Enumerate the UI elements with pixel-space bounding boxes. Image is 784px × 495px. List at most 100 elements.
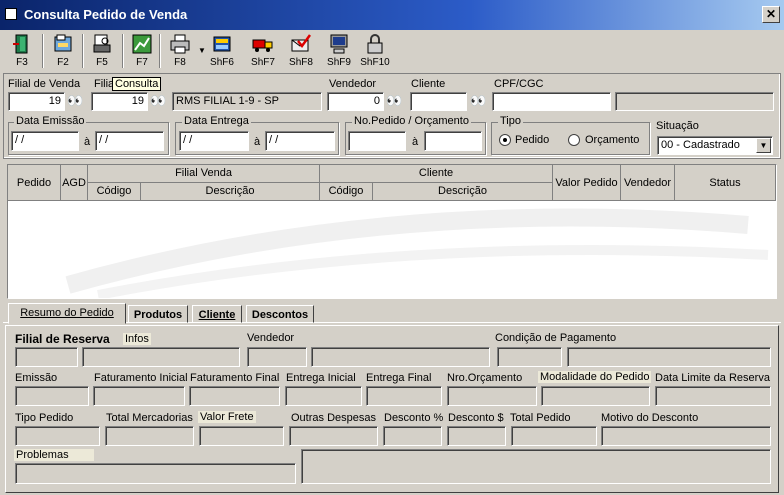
shf8-button[interactable]: ShF8 [284,31,318,71]
vendedor-label: Vendedor [247,332,295,344]
vendedor-input[interactable]: 0 [327,92,384,111]
binoculars-icon[interactable]: 👀 [150,93,166,109]
col-cliente: Cliente [320,165,553,183]
col-vendedor[interactable]: Vendedor [621,165,675,201]
radio-orcamento[interactable] [568,134,580,146]
consulta-tooltip: Consulta [112,77,162,91]
filial-venda-input[interactable]: 19 [8,92,65,111]
nopedido-label: No.Pedido / Orçamento [352,115,471,127]
f2-button[interactable]: F2 [46,31,80,71]
col-valor-pedido[interactable]: Valor Pedido [553,165,621,201]
nopedido-from[interactable] [348,131,406,151]
filial-reserva-label: Filial de Reserva [15,332,110,346]
col-status[interactable]: Status [675,165,776,201]
col-filial-codigo[interactable]: Código [88,183,141,201]
binoculars-icon[interactable]: 👀 [386,93,402,109]
col-filial-descricao[interactable]: Descrição [141,183,320,201]
tab-cliente[interactable]: Cliente [192,305,242,323]
toolbar-separator [82,34,84,68]
ent-inicial-label: Entrega Inicial [286,372,356,384]
outras-label: Outras Despesas [291,412,376,424]
f3-exit-button[interactable]: F3 [5,31,39,71]
f8-button[interactable]: F8 [163,31,197,71]
situacao-label: Situação [656,120,699,132]
data-emissao-from[interactable]: / / [11,131,79,151]
cliente-label: Cliente [411,78,446,90]
folder-icon [52,33,74,55]
tab-descontos[interactable]: Descontos [246,305,314,323]
lock-icon [364,33,386,55]
desc-val-field [447,426,506,446]
ent-inicial-field [285,386,362,406]
cpf-label: CPF/CGC [494,78,544,90]
tab-resumo[interactable]: Resumo do Pedido [8,303,126,324]
binoculars-icon[interactable]: 👀 [470,93,486,109]
total-pedido-label: Total Pedido [510,412,571,424]
shf9-button[interactable]: ShF9 [322,31,356,71]
col-filial-venda: Filial Venda [88,165,320,183]
fat-final-label: Faturamento Final [190,372,280,384]
condicao-field [497,347,562,367]
dropdown-arrow-icon[interactable]: ▼ [198,46,206,55]
condicao-label: Condição de Pagamento [495,332,617,344]
toolbar-label: F7 [136,57,148,68]
fat-inicial-label: Faturamento Inicial [94,372,188,384]
outras-field [289,426,378,446]
shf7-button[interactable]: ShF7 [246,31,280,71]
tipo-orcamento-label[interactable]: Orçamento [585,134,639,146]
printer-icon [169,33,191,55]
toolbar-label: ShF6 [210,57,234,68]
desc-val-label: Desconto $ [448,412,504,424]
toolbar-label: ShF10 [360,57,390,68]
infos-label: Infos [123,333,151,345]
desc-pct-field [383,426,442,446]
cliente-input[interactable] [410,92,467,111]
col-agd[interactable]: AGD [61,165,88,201]
shf10-button[interactable]: ShF10 [358,31,392,71]
shf6-button[interactable]: ShF6 [205,31,239,71]
tab-produtos[interactable]: Produtos [128,305,188,323]
book-icon [211,33,233,55]
ent-final-field [366,386,442,406]
data-limite-label: Data Limite da Reserva [655,372,770,384]
toolbar-label: ShF8 [289,57,313,68]
toolbar-label: ShF7 [251,57,275,68]
close-button[interactable]: ✕ [762,6,780,23]
filial-description: RMS FILIAL 1-9 - SP [172,92,322,111]
cpf-input[interactable] [492,92,611,111]
orders-grid[interactable]: Pedido AGD Filial Venda Código Descrição… [7,164,777,299]
data-entrega-from[interactable]: / / [179,131,249,151]
f5-button[interactable]: F5 [85,31,119,71]
window-title: Consulta Pedido de Venda [24,7,188,22]
toolbar-separator [159,34,161,68]
observacoes-field [301,449,771,484]
col-cliente-codigo[interactable]: Código [320,183,373,201]
total-pedido-field [511,426,597,446]
cpf-name-display [615,92,774,111]
col-pedido[interactable]: Pedido [8,165,61,201]
total-merc-field [105,426,194,446]
app-icon [5,8,17,20]
a-label: à [412,136,419,148]
emissao-field [15,386,89,406]
toolbar-separator [122,34,124,68]
data-entrega-label: Data Entrega [182,115,251,127]
fat-inicial-field [93,386,185,406]
binoculars-icon[interactable]: 👀 [67,93,83,109]
situacao-select[interactable]: 00 - Cadastrado ▼ [657,136,773,155]
chevron-down-icon[interactable]: ▼ [756,138,771,153]
nopedido-to[interactable] [424,131,482,151]
data-entrega-to[interactable]: / / [265,131,335,151]
data-emissao-to[interactable]: / / [95,131,164,151]
tipo-label: Tipo [498,115,523,127]
monitor-icon [328,33,350,55]
tipo-pedido-label[interactable]: Pedido [515,134,549,146]
col-cliente-descricao[interactable]: Descrição [373,183,553,201]
f7-button[interactable]: F7 [125,31,159,71]
toolbar-label: F5 [96,57,108,68]
radio-pedido[interactable] [499,134,511,146]
filial-input[interactable]: 19 [91,92,148,111]
nro-orc-field [447,386,537,406]
vendedor-field [247,347,307,367]
check-mail-icon [290,33,312,55]
